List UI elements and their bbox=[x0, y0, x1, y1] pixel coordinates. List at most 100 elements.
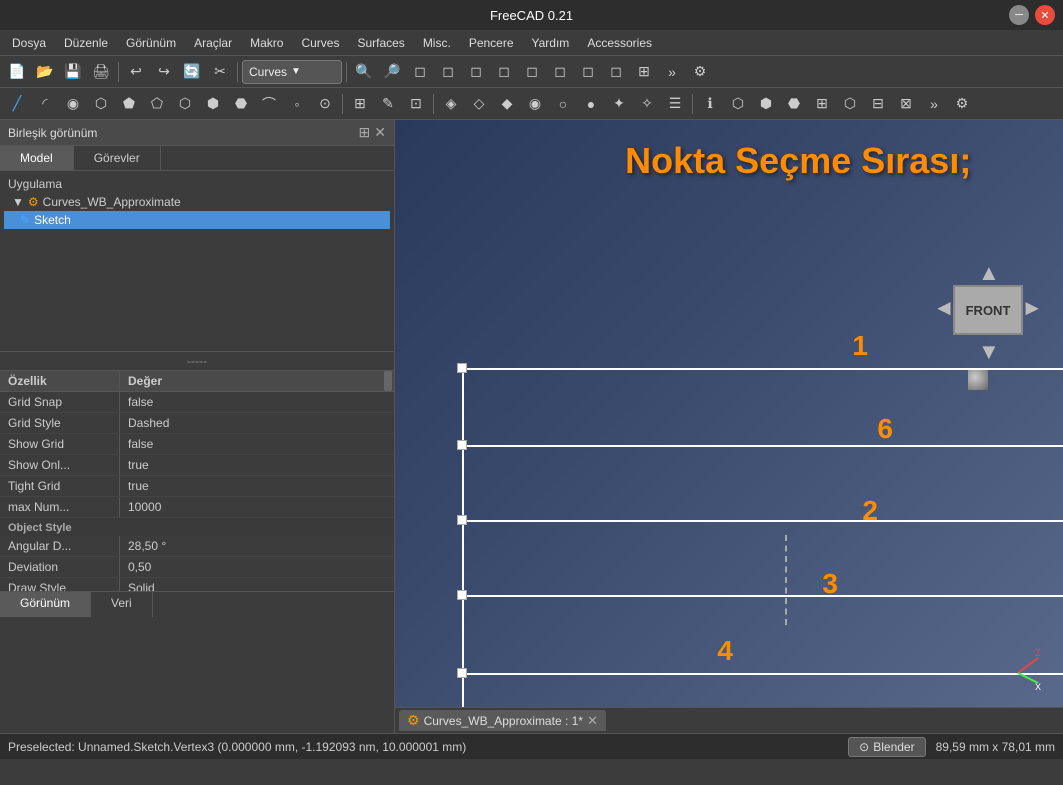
menu-yardim[interactable]: Yardım bbox=[524, 34, 578, 52]
tool-28[interactable]: ⬣ bbox=[781, 91, 807, 117]
nav-arrow-top[interactable]: ▲ bbox=[978, 260, 1000, 286]
tool-19[interactable]: ◉ bbox=[522, 91, 548, 117]
tool-7[interactable]: ⬡ bbox=[172, 91, 198, 117]
tool-18[interactable]: ◆ bbox=[494, 91, 520, 117]
prop-val-draw-style[interactable]: Solid bbox=[120, 578, 163, 591]
tree-parent-label: Curves_WB_Approximate bbox=[43, 195, 181, 209]
sep-t1 bbox=[342, 94, 343, 114]
menu-pencere[interactable]: Pencere bbox=[461, 34, 522, 52]
view-btn2[interactable]: ◻ bbox=[435, 59, 461, 85]
workbench-dropdown[interactable]: Curves ▼ bbox=[242, 60, 342, 84]
tool-16[interactable]: ◈ bbox=[438, 91, 464, 117]
new-btn[interactable]: 📄 bbox=[4, 59, 30, 85]
tool-12[interactable]: ⊙ bbox=[312, 91, 338, 117]
prop-row-draw-style: Draw Style Solid bbox=[0, 578, 394, 591]
view-btn7[interactable]: ◻ bbox=[575, 59, 601, 85]
view3d-btn[interactable]: ◻ bbox=[407, 59, 433, 85]
tool-24[interactable]: ☰ bbox=[662, 91, 688, 117]
nav-cube[interactable]: ▲ ◄ FRONT ► ▼ bbox=[933, 260, 1043, 370]
nav-arrow-bottom[interactable]: ▼ bbox=[978, 339, 1000, 365]
save-btn[interactable]: 💾 bbox=[60, 59, 86, 85]
tool-17[interactable]: ◇ bbox=[466, 91, 492, 117]
tool-5[interactable]: ⬟ bbox=[116, 91, 142, 117]
refresh-btn[interactable]: 🔄 bbox=[179, 59, 205, 85]
panel-expand-btn[interactable]: ⊞ bbox=[359, 124, 371, 141]
tool-1[interactable]: ╱ bbox=[4, 91, 30, 117]
tab-model[interactable]: Model bbox=[0, 146, 74, 170]
tool-3[interactable]: ◉ bbox=[60, 91, 86, 117]
tool-26[interactable]: ⬡ bbox=[725, 91, 751, 117]
menu-curves[interactable]: Curves bbox=[293, 34, 347, 52]
nav-cube-front[interactable]: FRONT bbox=[953, 285, 1023, 335]
menu-makro[interactable]: Makro bbox=[242, 34, 291, 52]
panel-close-btn[interactable]: ✕ bbox=[374, 124, 386, 141]
menu-surfaces[interactable]: Surfaces bbox=[349, 34, 412, 52]
prop-val-tight-grid[interactable]: true bbox=[120, 476, 157, 496]
prop-val-grid-style[interactable]: Dashed bbox=[120, 413, 177, 433]
tool-25[interactable]: ℹ bbox=[697, 91, 723, 117]
tool-more[interactable]: » bbox=[921, 91, 947, 117]
print-btn[interactable]: 🖨 bbox=[88, 59, 114, 85]
tool-9[interactable]: ⬣ bbox=[228, 91, 254, 117]
view-btn9[interactable]: ⊞ bbox=[631, 59, 657, 85]
tool-10[interactable]: ⌒ bbox=[256, 91, 282, 117]
nav-arrow-left[interactable]: ◄ bbox=[933, 295, 955, 321]
tab-gorevler[interactable]: Görevler bbox=[74, 146, 161, 170]
tool-13[interactable]: ⊞ bbox=[347, 91, 373, 117]
close-button[interactable]: ✕ bbox=[1035, 5, 1055, 25]
prop-name-tight-grid: Tight Grid bbox=[0, 476, 120, 496]
zoom-out-btn[interactable]: 🔎 bbox=[379, 59, 405, 85]
tool-29[interactable]: ⊞ bbox=[809, 91, 835, 117]
view-btn8[interactable]: ◻ bbox=[603, 59, 629, 85]
tool-settings[interactable]: ⚙ bbox=[949, 91, 975, 117]
menu-araclar[interactable]: Araçlar bbox=[186, 34, 240, 52]
view-btn3[interactable]: ◻ bbox=[463, 59, 489, 85]
bottom-tab-gorunum[interactable]: Görünüm bbox=[0, 592, 91, 617]
bottom-tab-veri[interactable]: Veri bbox=[91, 592, 153, 617]
extra-btn[interactable]: ⚙ bbox=[687, 59, 713, 85]
more-btn[interactable]: » bbox=[659, 59, 685, 85]
menu-accessories[interactable]: Accessories bbox=[579, 34, 660, 52]
view-btn5[interactable]: ◻ bbox=[519, 59, 545, 85]
tree-parent-item[interactable]: ▼ ⚙ Curves_WB_Approximate bbox=[4, 193, 390, 211]
menu-dosya[interactable]: Dosya bbox=[4, 34, 54, 52]
tool-14[interactable]: ✎ bbox=[375, 91, 401, 117]
prop-val-deviation[interactable]: 0,50 bbox=[120, 557, 159, 577]
nav-arrow-right[interactable]: ► bbox=[1021, 295, 1043, 321]
prop-scrollbar[interactable] bbox=[384, 371, 392, 391]
zoom-in-btn[interactable]: 🔍 bbox=[351, 59, 377, 85]
tool-15[interactable]: ⊡ bbox=[403, 91, 429, 117]
prop-val-angular[interactable]: 28,50 ° bbox=[120, 536, 174, 556]
tool-27[interactable]: ⬢ bbox=[753, 91, 779, 117]
undo-btn[interactable]: ↩ bbox=[123, 59, 149, 85]
view-btn4[interactable]: ◻ bbox=[491, 59, 517, 85]
view-btn6[interactable]: ◻ bbox=[547, 59, 573, 85]
cut-btn[interactable]: ✂ bbox=[207, 59, 233, 85]
tool-4[interactable]: ⬡ bbox=[88, 91, 114, 117]
prop-val-grid-snap[interactable]: false bbox=[120, 392, 161, 412]
tool-32[interactable]: ⊠ bbox=[893, 91, 919, 117]
tool-2[interactable]: ◜ bbox=[32, 91, 58, 117]
viewport-tab-curves[interactable]: ⚙ Curves_WB_Approximate : 1* ✕ bbox=[399, 710, 606, 731]
tree-child-item[interactable]: ✎ Sketch bbox=[4, 211, 390, 229]
tool-23[interactable]: ✧ bbox=[634, 91, 660, 117]
blender-button[interactable]: ⊙ Blender bbox=[848, 737, 925, 757]
tool-6[interactable]: ⬠ bbox=[144, 91, 170, 117]
tool-21[interactable]: ● bbox=[578, 91, 604, 117]
prop-val-show-grid[interactable]: false bbox=[120, 434, 161, 454]
menu-gorunum[interactable]: Görünüm bbox=[118, 34, 184, 52]
open-btn[interactable]: 📂 bbox=[32, 59, 58, 85]
tab-close-btn[interactable]: ✕ bbox=[587, 713, 598, 729]
tool-31[interactable]: ⊟ bbox=[865, 91, 891, 117]
tool-20[interactable]: ○ bbox=[550, 91, 576, 117]
menu-misc[interactable]: Misc. bbox=[415, 34, 459, 52]
prop-val-show-onl[interactable]: true bbox=[120, 455, 157, 475]
tool-22[interactable]: ✦ bbox=[606, 91, 632, 117]
prop-val-max-num[interactable]: 10000 bbox=[120, 497, 169, 517]
tool-11[interactable]: ◦ bbox=[284, 91, 310, 117]
tool-30[interactable]: ⬡ bbox=[837, 91, 863, 117]
menu-duzenle[interactable]: Düzenle bbox=[56, 34, 116, 52]
minimize-button[interactable]: ─ bbox=[1009, 5, 1029, 25]
redo-btn[interactable]: ↪ bbox=[151, 59, 177, 85]
tool-8[interactable]: ⬢ bbox=[200, 91, 226, 117]
